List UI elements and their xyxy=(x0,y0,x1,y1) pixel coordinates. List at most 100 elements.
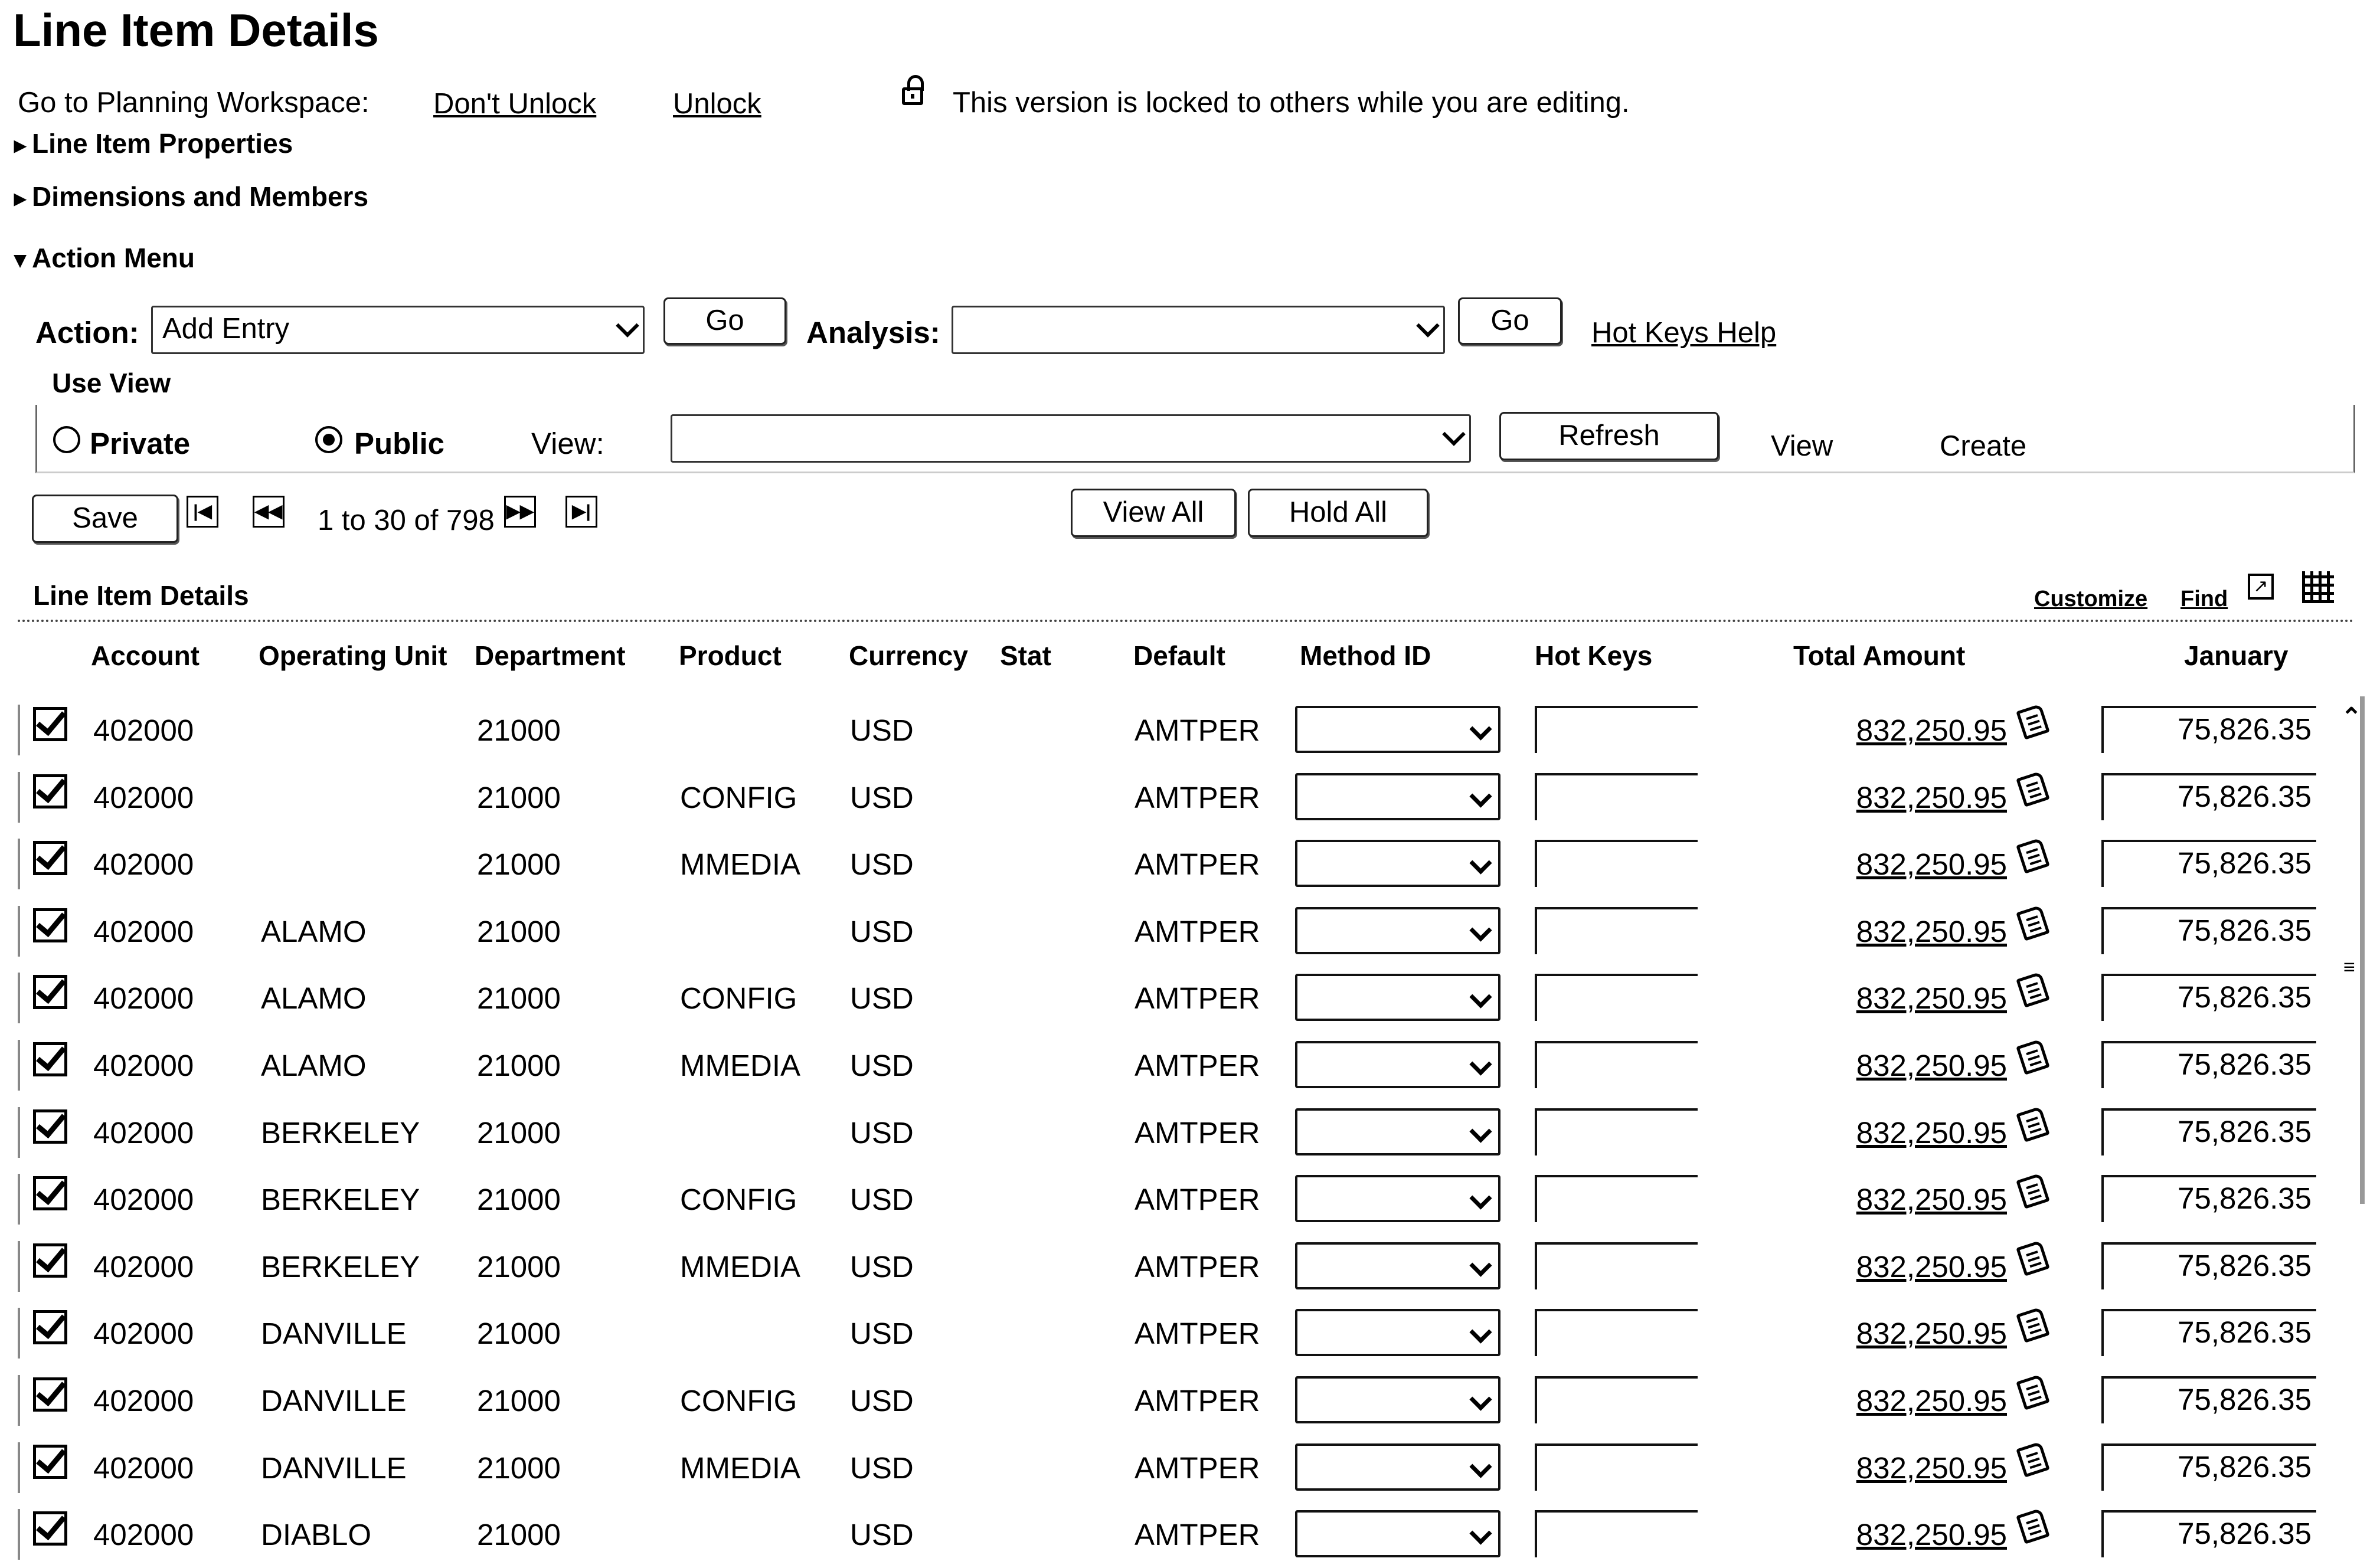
hold-all-button[interactable]: Hold All xyxy=(1248,489,1428,537)
hot-keys-input[interactable] xyxy=(1535,1108,1698,1155)
comment-icon[interactable] xyxy=(2016,1374,2050,1410)
select-row-checkbox[interactable] xyxy=(33,908,67,942)
dont-unlock-link[interactable]: Don't Unlock xyxy=(433,87,596,120)
method-id-select[interactable] xyxy=(1295,840,1500,888)
select-row-checkbox[interactable] xyxy=(33,1243,67,1278)
scroll-up-icon[interactable]: ⌃ xyxy=(2341,702,2362,731)
find-link[interactable]: Find xyxy=(2180,587,2228,612)
january-input[interactable]: 75,826.35 xyxy=(2101,772,2316,820)
hot-keys-input[interactable] xyxy=(1535,1376,1698,1423)
select-row-checkbox[interactable] xyxy=(33,1109,67,1144)
total-amount-link[interactable]: 832,250.95 xyxy=(1810,914,2007,949)
comment-icon[interactable] xyxy=(2016,971,2050,1008)
new-window-icon[interactable]: ↗ xyxy=(2248,574,2274,600)
total-amount-link[interactable]: 832,250.95 xyxy=(1810,1383,2007,1418)
january-input[interactable]: 75,826.35 xyxy=(2101,706,2316,753)
select-row-checkbox[interactable] xyxy=(33,1444,67,1479)
comment-icon[interactable] xyxy=(2016,1173,2050,1209)
total-amount-link[interactable]: 832,250.95 xyxy=(1810,713,2007,748)
comment-icon[interactable] xyxy=(2016,1307,2050,1343)
january-input[interactable]: 75,826.35 xyxy=(2101,974,2316,1022)
section-action-menu[interactable]: ▾ Action Menu xyxy=(14,242,195,274)
method-id-select[interactable] xyxy=(1295,772,1500,820)
select-row-checkbox[interactable] xyxy=(33,1310,67,1345)
select-row-checkbox[interactable] xyxy=(33,1377,67,1412)
january-input[interactable]: 75,826.35 xyxy=(2101,906,2316,954)
action-select[interactable]: Add Entry xyxy=(151,306,645,354)
total-amount-link[interactable]: 832,250.95 xyxy=(1810,1316,2007,1351)
hot-keys-input[interactable] xyxy=(1535,1510,1698,1558)
scroll-thumb-grip-icon[interactable]: ≡ xyxy=(2343,956,2355,979)
create-link[interactable]: Create xyxy=(1940,430,2026,463)
total-amount-link[interactable]: 832,250.95 xyxy=(1810,847,2007,882)
january-input[interactable]: 75,826.35 xyxy=(2101,1309,2316,1357)
hot-keys-input[interactable] xyxy=(1535,1443,1698,1491)
january-input[interactable]: 75,826.35 xyxy=(2101,840,2316,888)
total-amount-link[interactable]: 832,250.95 xyxy=(1810,1048,2007,1083)
comment-icon[interactable] xyxy=(2016,1441,2050,1478)
view-select[interactable] xyxy=(671,414,1471,463)
vertical-scrollbar[interactable] xyxy=(2360,696,2365,1204)
total-amount-link[interactable]: 832,250.95 xyxy=(1810,1249,2007,1284)
comment-icon[interactable] xyxy=(2016,837,2050,874)
method-id-select[interactable] xyxy=(1295,1041,1500,1088)
method-id-select[interactable] xyxy=(1295,1108,1500,1155)
comment-icon[interactable] xyxy=(2016,1508,2050,1544)
go-action-button[interactable]: Go xyxy=(663,297,786,345)
analysis-select[interactable] xyxy=(952,306,1445,354)
total-amount-link[interactable]: 832,250.95 xyxy=(1810,780,2007,815)
method-id-select[interactable] xyxy=(1295,906,1500,954)
hot-keys-input[interactable] xyxy=(1535,1175,1698,1223)
method-id-select[interactable] xyxy=(1295,706,1500,753)
public-radio[interactable] xyxy=(315,426,342,453)
january-input[interactable]: 75,826.35 xyxy=(2101,1510,2316,1558)
method-id-select[interactable] xyxy=(1295,1443,1500,1491)
hot-keys-input[interactable] xyxy=(1535,1041,1698,1088)
unlock-link[interactable]: Unlock xyxy=(673,87,761,120)
comment-icon[interactable] xyxy=(2016,1240,2050,1276)
hot-keys-input[interactable] xyxy=(1535,906,1698,954)
save-button[interactable]: Save xyxy=(32,495,178,543)
view-link[interactable]: View xyxy=(1771,430,1833,463)
hot-keys-input[interactable] xyxy=(1535,1242,1698,1289)
hot-keys-help-link[interactable]: Hot Keys Help xyxy=(1591,316,1776,349)
january-input[interactable]: 75,826.35 xyxy=(2101,1108,2316,1155)
customize-link[interactable]: Customize xyxy=(2034,587,2147,612)
refresh-button[interactable]: Refresh xyxy=(1499,412,1719,460)
method-id-select[interactable] xyxy=(1295,1309,1500,1357)
method-id-select[interactable] xyxy=(1295,1242,1500,1289)
select-row-checkbox[interactable] xyxy=(33,774,67,808)
hot-keys-input[interactable] xyxy=(1535,840,1698,888)
comment-icon[interactable] xyxy=(2016,1039,2050,1075)
comment-icon[interactable] xyxy=(2016,703,2050,740)
comment-icon[interactable] xyxy=(2016,771,2050,807)
method-id-select[interactable] xyxy=(1295,1175,1500,1223)
section-dimensions-members[interactable]: ▸ Dimensions and Members xyxy=(14,181,368,212)
january-input[interactable]: 75,826.35 xyxy=(2101,1376,2316,1423)
select-row-checkbox[interactable] xyxy=(33,975,67,1010)
select-row-checkbox[interactable] xyxy=(33,707,67,741)
hot-keys-input[interactable] xyxy=(1535,974,1698,1022)
download-grid-icon[interactable] xyxy=(2302,571,2334,603)
january-input[interactable]: 75,826.35 xyxy=(2101,1041,2316,1088)
private-radio[interactable] xyxy=(53,426,80,453)
method-id-select[interactable] xyxy=(1295,1510,1500,1558)
total-amount-link[interactable]: 832,250.95 xyxy=(1810,1517,2007,1552)
method-id-select[interactable] xyxy=(1295,974,1500,1022)
select-row-checkbox[interactable] xyxy=(33,1042,67,1076)
total-amount-link[interactable]: 832,250.95 xyxy=(1810,1451,2007,1485)
hot-keys-input[interactable] xyxy=(1535,706,1698,753)
go-analysis-button[interactable]: Go xyxy=(1458,297,1562,345)
total-amount-link[interactable]: 832,250.95 xyxy=(1810,981,2007,1016)
select-row-checkbox[interactable] xyxy=(33,1176,67,1211)
select-row-checkbox[interactable] xyxy=(33,1511,67,1546)
january-input[interactable]: 75,826.35 xyxy=(2101,1175,2316,1223)
total-amount-link[interactable]: 832,250.95 xyxy=(1810,1115,2007,1150)
section-line-item-properties[interactable]: ▸ Line Item Properties xyxy=(14,127,293,159)
january-input[interactable]: 75,826.35 xyxy=(2101,1242,2316,1289)
hot-keys-input[interactable] xyxy=(1535,1309,1698,1357)
comment-icon[interactable] xyxy=(2016,905,2050,941)
view-all-button[interactable]: View All xyxy=(1071,489,1236,537)
first-page-icon[interactable]: |◀ xyxy=(187,496,218,528)
last-page-icon[interactable]: ▶| xyxy=(565,496,597,528)
